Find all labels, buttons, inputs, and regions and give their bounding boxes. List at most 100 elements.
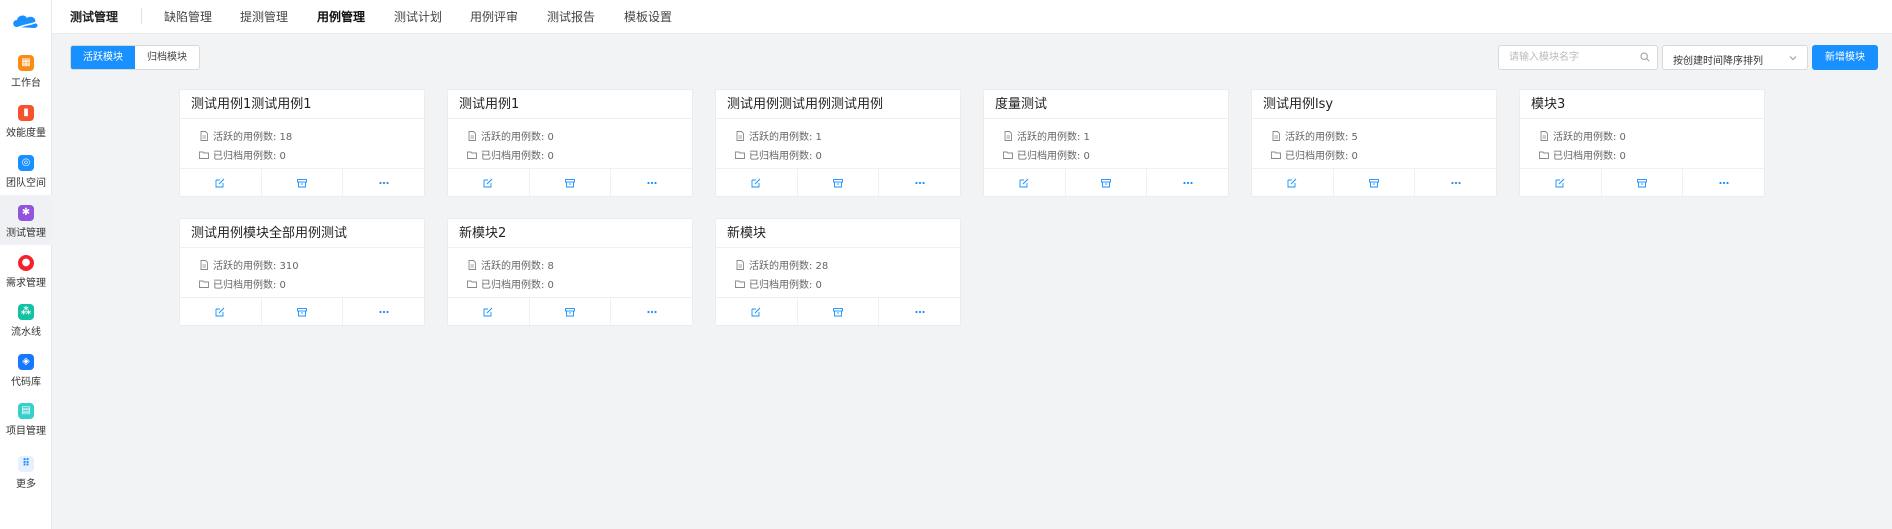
sidebar-item-label: 测试管理: [6, 228, 46, 239]
sidebar-item-label: 工作台: [11, 78, 41, 89]
more-options-button[interactable]: [610, 169, 692, 196]
module-title[interactable]: 测试用例测试用例测试用例: [716, 90, 960, 119]
cloud-logo-icon[interactable]: [10, 10, 40, 32]
document-icon: [468, 259, 476, 270]
tab-test-report[interactable]: 测试报告: [547, 8, 595, 25]
module-title[interactable]: 测试用例1: [448, 90, 692, 119]
edit-icon: [751, 178, 761, 187]
tab-test-plan[interactable]: 测试计划: [394, 8, 442, 25]
more-options-button[interactable]: [1146, 169, 1228, 196]
edit-button[interactable]: [1252, 169, 1333, 196]
active-case-count-text: 活跃的用例数: 1: [749, 132, 822, 143]
archive-button[interactable]: [528, 169, 611, 196]
module-title[interactable]: 测试用例1测试用例1: [180, 90, 424, 119]
metrics-icon: ▮: [18, 105, 34, 121]
archived-case-count-text: 已归档用例数: 0: [1017, 151, 1090, 162]
more-options-button[interactable]: [1414, 169, 1496, 196]
more-options-button[interactable]: [610, 298, 692, 325]
sidebar-item-workbench[interactable]: ▦ 工作台: [0, 51, 52, 95]
module-card: 测试用例测试用例测试用例 活跃的用例数: 1 已归档用例数: 0: [715, 89, 961, 197]
more-options-button[interactable]: [878, 169, 960, 196]
active-case-count-text: 活跃的用例数: 18: [213, 132, 293, 143]
more-options-button[interactable]: [342, 298, 424, 325]
requirement-icon: ●: [18, 255, 34, 271]
tab-defects[interactable]: 缺陷管理: [164, 8, 212, 25]
edit-button[interactable]: [448, 298, 529, 325]
edit-icon: [215, 307, 225, 316]
module-card: 模块3 活跃的用例数: 0 已归档用例数: 0: [1519, 89, 1765, 197]
more-options-button[interactable]: [878, 298, 960, 325]
edit-button[interactable]: [716, 298, 797, 325]
folder-icon: [1271, 151, 1281, 159]
sidebar-item-pipeline[interactable]: ⁂ 流水线: [0, 300, 52, 344]
edit-button[interactable]: [716, 169, 797, 196]
document-icon: [1004, 130, 1012, 141]
sidebar-item-team-space[interactable]: ◎ 团队空间: [0, 151, 52, 195]
archive-button[interactable]: [260, 298, 343, 325]
active-modules-button[interactable]: 活跃模块: [71, 46, 135, 69]
search-icon[interactable]: [1640, 52, 1650, 62]
archive-button[interactable]: [260, 169, 343, 196]
sidebar-item-test-management[interactable]: ✱ 测试管理: [0, 195, 52, 245]
archived-case-count-text: 已归档用例数: 0: [481, 151, 554, 162]
active-case-count-text: 活跃的用例数: 310: [213, 261, 299, 272]
archive-button[interactable]: [1600, 169, 1683, 196]
search-input[interactable]: [1499, 46, 1629, 69]
add-module-button[interactable]: 新增模块: [1812, 45, 1878, 70]
active-case-count: 活跃的用例数: 28: [735, 255, 960, 274]
archive-button[interactable]: [796, 169, 879, 196]
module-title[interactable]: 新模块2: [448, 219, 692, 248]
document-icon: [200, 259, 208, 270]
module-title[interactable]: 新模块: [716, 219, 960, 248]
active-case-count: 活跃的用例数: 1: [735, 126, 960, 145]
archived-modules-button[interactable]: 归档模块: [135, 46, 199, 69]
edit-button[interactable]: [448, 169, 529, 196]
tab-submission[interactable]: 提测管理: [240, 8, 288, 25]
module-stats: 活跃的用例数: 8 已归档用例数: 0: [448, 248, 692, 298]
edit-button[interactable]: [180, 169, 261, 196]
archive-button[interactable]: [796, 298, 879, 325]
sidebar-item-more[interactable]: ⠿ 更多: [0, 452, 52, 496]
edit-icon: [751, 307, 761, 316]
module-title[interactable]: 测试用例lsy: [1252, 90, 1496, 119]
edit-icon: [215, 178, 225, 187]
folder-icon: [467, 280, 477, 288]
more-options-button[interactable]: [1682, 169, 1764, 196]
archive-icon: [565, 307, 575, 316]
edit-icon: [1019, 178, 1029, 187]
sidebar-item-metrics[interactable]: ▮ 效能度量: [0, 101, 52, 145]
sidebar-item-label: 项目管理: [6, 426, 46, 437]
active-case-count: 活跃的用例数: 310: [199, 255, 424, 274]
tab-template-settings[interactable]: 模板设置: [624, 8, 672, 25]
card-actions: [1520, 168, 1764, 196]
archive-icon: [297, 178, 307, 187]
sort-select[interactable]: 按创建时间降序排列: [1662, 45, 1808, 70]
archived-case-count: 已归档用例数: 0: [735, 274, 960, 293]
archive-button[interactable]: [1064, 169, 1147, 196]
archive-button[interactable]: [1332, 169, 1415, 196]
module-stats: 活跃的用例数: 5 已归档用例数: 0: [1252, 119, 1496, 169]
card-actions: [180, 297, 424, 325]
module-stats: 活跃的用例数: 1 已归档用例数: 0: [984, 119, 1228, 169]
archive-button[interactable]: [528, 298, 611, 325]
edit-button[interactable]: [984, 169, 1065, 196]
sidebar-item-project[interactable]: ▤ 项目管理: [0, 399, 52, 443]
archived-case-count: 已归档用例数: 0: [1539, 145, 1764, 164]
module-card: 测试用例模块全部用例测试 活跃的用例数: 310 已归档用例数: 0: [179, 218, 425, 326]
test-management-icon: ✱: [18, 205, 34, 221]
archive-icon: [1101, 178, 1111, 187]
module-title[interactable]: 模块3: [1520, 90, 1764, 119]
archived-case-count: 已归档用例数: 0: [735, 145, 960, 164]
edit-button[interactable]: [180, 298, 261, 325]
tab-test-cases[interactable]: 用例管理: [317, 8, 365, 25]
sidebar-item-requirements[interactable]: ● 需求管理: [0, 251, 52, 295]
sidebar-item-code-repo[interactable]: ◈ 代码库: [0, 350, 52, 394]
module-title[interactable]: 度量测试: [984, 90, 1228, 119]
folder-icon: [199, 280, 209, 288]
card-actions: [1252, 168, 1496, 196]
edit-button[interactable]: [1520, 169, 1601, 196]
module-title[interactable]: 测试用例模块全部用例测试: [180, 219, 424, 248]
folder-icon: [199, 151, 209, 159]
tab-case-review[interactable]: 用例评审: [470, 8, 518, 25]
more-options-button[interactable]: [342, 169, 424, 196]
